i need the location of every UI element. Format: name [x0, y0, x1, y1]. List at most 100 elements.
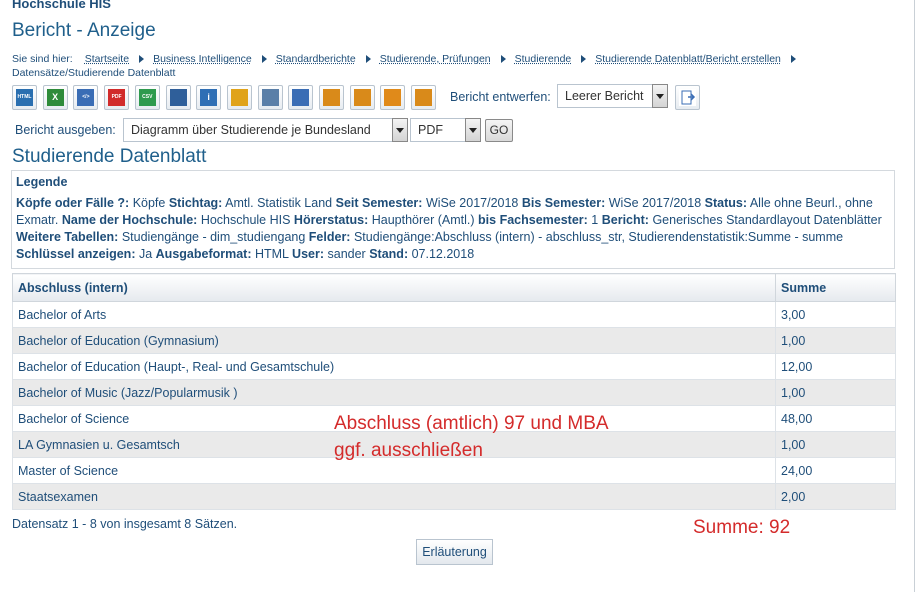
cell-abschluss: Staatsexamen	[12, 483, 776, 510]
copy-button[interactable]	[165, 85, 191, 110]
legend-key: Schlüssel anzeigen:	[16, 247, 136, 261]
legend-box: Legende Köpfe oder Fälle ?: Köpfe Sticht…	[11, 170, 895, 269]
table-row: Staatsexamen 2,00	[12, 483, 896, 510]
cell-summe: 48,00	[775, 405, 896, 432]
legend-value: Haupthörer (Amtl.)	[371, 213, 475, 227]
pdf-icon: PDF	[108, 89, 126, 106]
cell-summe: 1,00	[775, 379, 896, 406]
legend-key: Bis Semester:	[521, 196, 606, 210]
design-select-arrow[interactable]	[652, 84, 668, 108]
table-row: Bachelor of Music (Jazz/Popularmusik ) 1,…	[12, 379, 896, 406]
legend-key: Hörerstatus:	[293, 213, 369, 227]
link-button[interactable]	[288, 85, 314, 110]
design-select[interactable]: Leerer Bericht	[557, 84, 653, 108]
new-report-icon	[679, 89, 696, 106]
csv-button[interactable]: CSV	[134, 85, 160, 110]
legend-value: HTML	[254, 247, 289, 261]
cell-summe: 3,00	[775, 301, 896, 328]
design-label: Bericht entwerfen:	[450, 90, 551, 104]
legend-key: Bericht:	[601, 213, 649, 227]
cell-summe: 1,00	[775, 431, 896, 458]
column-header-abschluss[interactable]: Abschluss (intern)	[12, 273, 776, 302]
go-button[interactable]: GO	[485, 119, 513, 142]
report-select-arrow[interactable]	[392, 118, 408, 142]
legend-key: User:	[292, 247, 325, 261]
legend-value: Ja	[138, 247, 153, 261]
info-button[interactable]: i	[196, 85, 222, 110]
excel-button[interactable]: X	[42, 85, 68, 110]
table-row: Bachelor of Arts 3,00	[12, 301, 896, 328]
table-row: Bachelor of Education (Gymnasium) 1,00	[12, 327, 896, 354]
legend-key: Ausgabeformat:	[155, 247, 252, 261]
page-border	[914, 0, 915, 592]
legend-key: Stand:	[369, 247, 409, 261]
annotation-line-2: ggf. ausschließen	[334, 440, 483, 461]
csv-icon: CSV	[138, 89, 156, 106]
export-button[interactable]	[411, 85, 437, 110]
cell-abschluss: Bachelor of Education (Haupt-, Real- und…	[12, 353, 776, 380]
attachment-icon	[261, 89, 279, 106]
annotation-sum: Summe: 92	[693, 517, 791, 538]
edit-report-button[interactable]	[319, 85, 344, 110]
table-header-row: Abschluss (intern) Summe	[12, 273, 896, 302]
legend-value: Generisches Standardlayout Datenblätter	[652, 213, 882, 227]
org-name: Hochschule HIS	[12, 0, 111, 11]
legend-text: Köpfe oder Fälle ?: Köpfe Stichtag: Amtl…	[16, 195, 891, 263]
breadcrumb-link[interactable]: Studierende Datenblatt/Bericht erstellen	[595, 53, 781, 65]
legend-key: Köpfe oder Fälle ?:	[16, 196, 130, 210]
cell-abschluss: Bachelor of Music (Jazz/Popularmusik )	[12, 379, 776, 406]
folder-icon	[384, 89, 402, 106]
breadcrumb-arrow-icon	[500, 55, 506, 63]
legend-key: Name der Hochschule:	[61, 213, 198, 227]
format-select-arrow[interactable]	[465, 118, 481, 142]
edit-report-icon	[323, 89, 340, 106]
page-title: Bericht - Anzeige	[12, 20, 156, 41]
format-select[interactable]: PDF	[410, 118, 466, 142]
breadcrumb-arrow-icon	[365, 55, 371, 63]
excel-icon: X	[46, 89, 64, 106]
report-select[interactable]: Diagramm über Studierende je Bundesland	[123, 118, 393, 142]
annotation-note: Abschluss (amtlich) 97 und MBA ggf. auss…	[334, 410, 609, 464]
breadcrumb-link[interactable]: Studierende	[515, 53, 572, 65]
legend-key: Status:	[704, 196, 748, 210]
copy-icon	[169, 89, 187, 106]
legend-key: Seit Semester:	[335, 196, 423, 210]
legend-value: Amtl. Statistik Land	[225, 196, 333, 210]
annotation-line-1: Abschluss (amtlich) 97 und MBA	[334, 413, 609, 434]
breadcrumb-link[interactable]: Studierende, Prüfungen	[380, 53, 491, 65]
new-report-button[interactable]	[675, 85, 700, 110]
explanation-button[interactable]: Erläuterung	[416, 539, 493, 565]
pdf-button[interactable]: PDF	[104, 85, 130, 110]
breadcrumb-link[interactable]: Startseite	[85, 53, 129, 65]
export-icon	[415, 89, 433, 106]
record-count: Datensatz 1 - 8 von insgesamt 8 Sätzen.	[12, 517, 238, 531]
legend-value: Hochschule HIS	[200, 213, 291, 227]
table-row: Bachelor of Education (Haupt-, Real- und…	[12, 353, 896, 380]
open-book-button[interactable]	[349, 85, 375, 110]
attachment-button[interactable]	[257, 85, 283, 110]
breadcrumb-arrow-icon	[581, 55, 587, 63]
xml-button[interactable]: </>	[73, 85, 99, 110]
legend-key: bis Fachsemester:	[478, 213, 588, 227]
html-button[interactable]: HTML	[12, 85, 37, 110]
breadcrumb-link[interactable]: Business Intelligence	[153, 53, 252, 65]
breadcrumb-prefix: Sie sind hier:	[12, 53, 73, 65]
cell-summe: 24,00	[775, 457, 896, 484]
cell-summe: 1,00	[775, 327, 896, 354]
legend-title: Legende	[16, 175, 68, 189]
legend-value: Studiengänge - dim_studiengang	[121, 230, 306, 244]
breadcrumb-current: Datensätze/Studierende Datenblatt	[12, 67, 176, 79]
legend-value: sander	[327, 247, 366, 261]
output-label: Bericht ausgeben:	[15, 123, 116, 137]
cell-abschluss: Bachelor of Arts	[12, 301, 776, 328]
cell-summe: 12,00	[775, 353, 896, 380]
legend-value: 07.12.2018	[411, 247, 475, 261]
bookmark-button[interactable]	[226, 85, 252, 110]
breadcrumb-link[interactable]: Standardberichte	[276, 53, 356, 65]
cell-abschluss: Bachelor of Education (Gymnasium)	[12, 327, 776, 354]
breadcrumb-arrow-icon	[261, 55, 267, 63]
legend-value: Köpfe	[132, 196, 166, 210]
cell-summe: 2,00	[775, 483, 896, 510]
column-header-summe[interactable]: Summe	[775, 273, 896, 302]
folder-button[interactable]	[380, 85, 406, 110]
